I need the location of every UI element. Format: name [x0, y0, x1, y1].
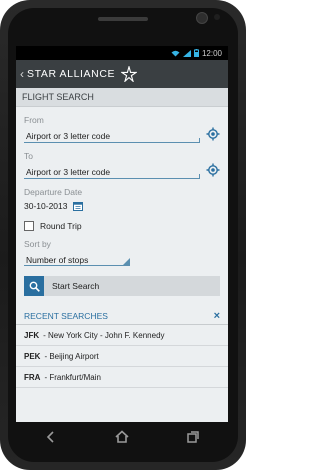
round-trip-label: Round Trip: [40, 221, 82, 231]
airport-code: JFK: [24, 330, 40, 340]
airport-code: PEK: [24, 351, 41, 361]
airport-description: - Frankfurt/Main: [44, 372, 101, 382]
app-bar: ‹ STAR ALLIANCE: [16, 60, 228, 88]
status-bar: 12:00: [16, 46, 228, 60]
status-time: 12:00: [201, 48, 222, 58]
proximity-sensor: [214, 14, 220, 20]
recent-apps-icon[interactable]: [184, 428, 202, 446]
departure-date-label: Departure Date: [24, 187, 83, 197]
hardware-nav-bar: [16, 422, 228, 452]
start-search-button[interactable]: Start Search: [24, 276, 220, 296]
locate-from-icon[interactable]: [206, 127, 220, 141]
calendar-icon[interactable]: [73, 201, 84, 211]
signal-icon: [182, 49, 191, 57]
to-label: To: [24, 151, 33, 161]
app-title: STAR ALLIANCE: [27, 68, 116, 80]
back-chevron-icon[interactable]: ‹: [20, 67, 24, 81]
flight-search-form: From Airport or 3 letter code To Airport…: [16, 115, 228, 296]
wifi-icon: [171, 50, 180, 56]
from-field[interactable]: Airport or 3 letter code: [24, 125, 200, 143]
round-trip-row[interactable]: Round Trip: [24, 221, 220, 231]
departure-date-value[interactable]: 30-10-2013: [24, 201, 67, 211]
recent-item[interactable]: PEK - Beijing Airport: [16, 346, 228, 367]
to-field[interactable]: Airport or 3 letter code: [24, 161, 200, 179]
airport-code: FRA: [24, 372, 41, 382]
to-row: Airport or 3 letter code: [24, 161, 220, 179]
airport-description: - Beijing Airport: [44, 351, 99, 361]
recent-item[interactable]: FRA - Frankfurt/Main: [16, 367, 228, 388]
section-title: FLIGHT SEARCH: [22, 92, 94, 102]
app-screen: 12:00 ‹ STAR ALLIANCE FLIGHT SEARCH From…: [16, 46, 228, 422]
clear-recent-icon[interactable]: ×: [214, 310, 220, 322]
home-icon[interactable]: [113, 428, 131, 446]
airport-description: - New York City - John F. Kennedy: [43, 330, 165, 340]
battery-icon: [193, 49, 199, 57]
round-trip-checkbox[interactable]: [24, 221, 34, 231]
from-row: Airport or 3 letter code: [24, 125, 220, 143]
search-icon: [24, 276, 44, 296]
start-search-label: Start Search: [52, 281, 100, 291]
sort-by-label: Sort by: [24, 239, 51, 249]
back-arrow-icon[interactable]: [42, 428, 60, 446]
front-camera: [196, 12, 208, 24]
phone-body: 12:00 ‹ STAR ALLIANCE FLIGHT SEARCH From…: [0, 0, 246, 470]
recent-item[interactable]: JFK - New York City - John F. Kennedy: [16, 325, 228, 346]
flight-search-header: FLIGHT SEARCH: [16, 88, 228, 107]
earpiece-speaker: [98, 17, 148, 21]
star-alliance-logo: [121, 66, 138, 82]
recent-searches-title: RECENT SEARCHES: [24, 311, 108, 321]
departure-date-row: 30-10-2013: [24, 201, 220, 211]
sort-by-select[interactable]: Number of stops: [24, 251, 130, 266]
locate-to-icon[interactable]: [206, 163, 220, 177]
from-label: From: [24, 115, 44, 125]
recent-searches-header: RECENT SEARCHES ×: [16, 308, 228, 325]
